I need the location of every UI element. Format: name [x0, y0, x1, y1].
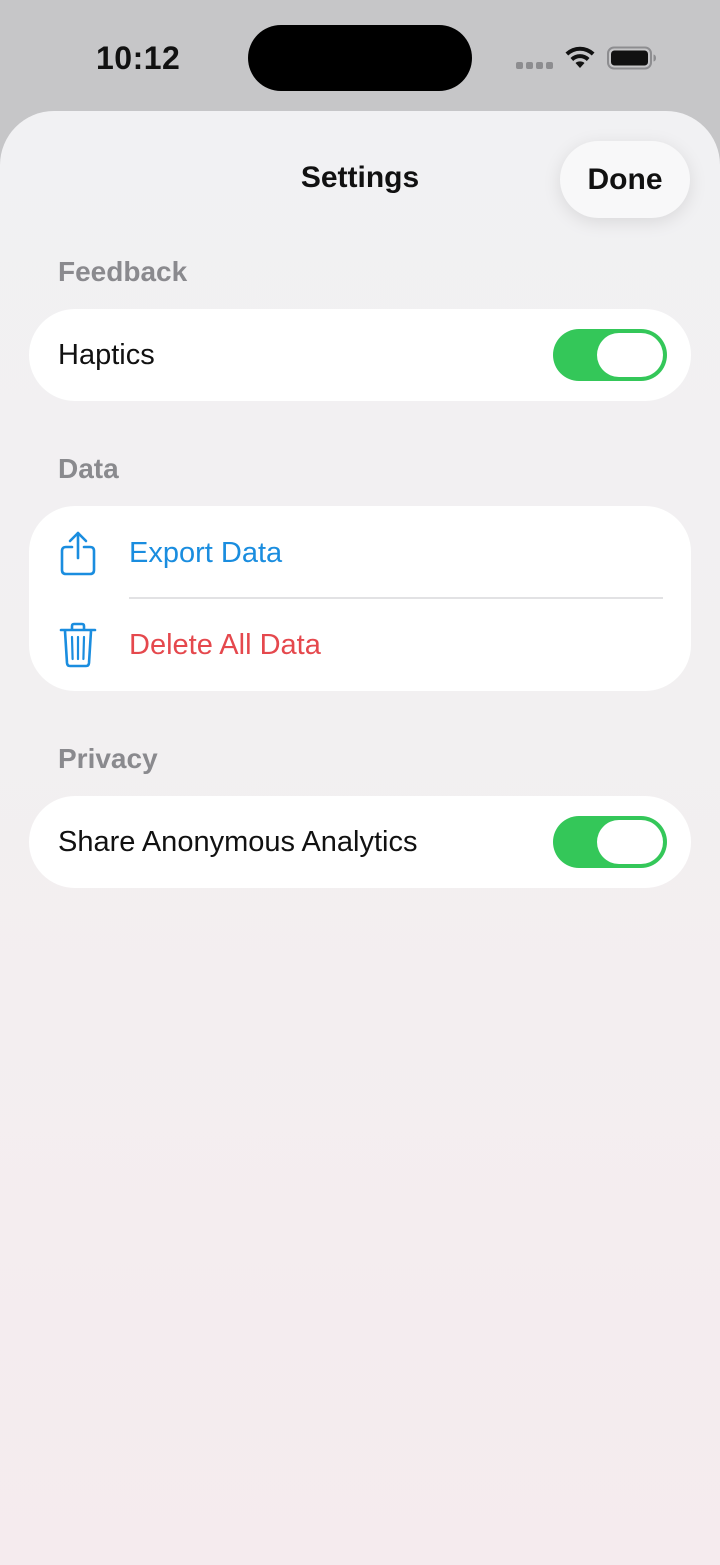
delete-all-data-label: Delete All Data: [129, 628, 321, 661]
section-header-feedback: Feedback: [58, 256, 188, 287]
settings-sheet: Settings Done Feedback Haptics Data Expo…: [0, 111, 720, 1565]
haptics-label: Haptics: [58, 338, 155, 371]
section-header-privacy: Privacy: [58, 743, 158, 774]
export-data-row[interactable]: Export Data: [29, 507, 691, 599]
analytics-row: Share Anonymous Analytics: [29, 796, 691, 888]
share-icon: [60, 531, 96, 576]
toggle-knob: [597, 820, 663, 864]
status-bar: 10:12: [0, 0, 720, 115]
toggle-knob: [597, 333, 663, 377]
wifi-icon: [565, 46, 595, 68]
data-card: Export Data Delete All Data: [29, 506, 691, 691]
haptics-toggle[interactable]: [553, 329, 667, 381]
battery-icon: [607, 46, 656, 70]
export-data-label: Export Data: [129, 536, 283, 569]
dynamic-island: [248, 25, 472, 91]
delete-all-data-row[interactable]: Delete All Data: [29, 599, 691, 691]
privacy-card: Share Anonymous Analytics: [29, 796, 691, 888]
done-button[interactable]: Done: [560, 141, 690, 218]
feedback-card: Haptics: [29, 309, 691, 401]
status-time: 10:12: [96, 40, 181, 76]
status-indicators: [514, 40, 664, 76]
analytics-toggle[interactable]: [553, 816, 667, 868]
trash-icon: [59, 622, 97, 668]
section-header-data: Data: [58, 453, 119, 484]
analytics-label: Share Anonymous Analytics: [58, 825, 418, 858]
cellular-signal-icon: [516, 62, 554, 70]
haptics-row: Haptics: [29, 309, 691, 401]
